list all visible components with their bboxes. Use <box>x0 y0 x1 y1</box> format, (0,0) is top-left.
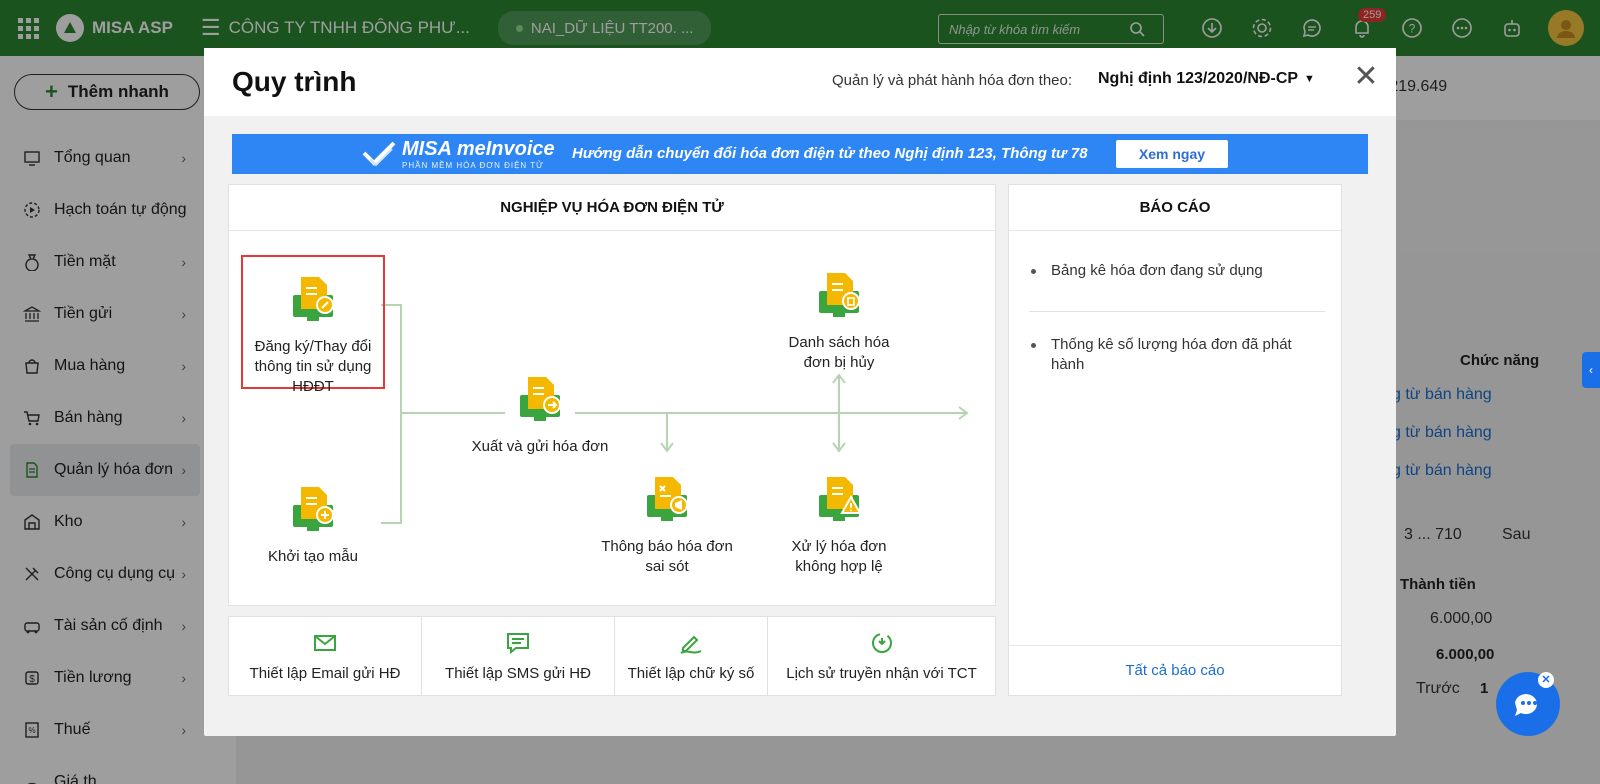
step-label-line: Khởi tạo mẫu <box>268 548 358 565</box>
invoice-warning-icon <box>819 477 862 521</box>
step-register-info[interactable]: Đăng ký/Thay đổi thông tin sử dụng HĐĐT <box>243 273 383 397</box>
step-error-notice[interactable]: Thông báo hóa đơn sai sót <box>597 473 737 577</box>
meinvoice-banner[interactable]: MISA meInvoice PHẦN MỀM HÓA ĐƠN ĐIỆN TỬ … <box>232 134 1368 174</box>
digital-signature-label: Thiết lập chữ ký số <box>627 665 755 682</box>
banner-text: Hướng dẫn chuyển đổi hóa đơn điện tử the… <box>572 145 1088 162</box>
history-icon <box>871 633 892 653</box>
tct-history-button[interactable]: Lịch sử truyền nhận với TCT <box>767 616 996 696</box>
process-modal: Quy trình Quản lý và phát hành hóa đơn t… <box>204 48 1396 736</box>
sms-icon <box>507 633 529 655</box>
digital-signature-button[interactable]: Thiết lập chữ ký số <box>614 616 768 696</box>
meinvoice-logo: MISA meInvoice PHẦN MỀM HÓA ĐƠN ĐIỆN TỬ <box>362 138 555 170</box>
invoice-cancel-icon <box>819 273 860 317</box>
step-label-line: thông tin sử dụng <box>254 358 372 375</box>
chevron-left-icon: ‹ <box>1589 363 1593 377</box>
step-create-template[interactable]: Khởi tạo mẫu <box>243 483 383 567</box>
caret-down-icon: ▼ <box>1304 73 1315 85</box>
report-panel: BÁO CÁO Bảng kê hóa đơn đang sử dụng Thố… <box>1008 184 1342 696</box>
banner-brand: MISA meInvoice <box>402 138 555 160</box>
invoice-announce-icon <box>647 477 688 521</box>
report-link-issued-count[interactable]: Thống kê số lượng hóa đơn đã phát hành <box>1029 335 1319 375</box>
step-label-line: Xử lý hóa đơn <box>791 538 887 555</box>
modal-title: Quy trình <box>232 66 357 97</box>
decree-label: Quản lý và phát hành hóa đơn theo: <box>832 72 1073 89</box>
side-panel-toggle[interactable]: ‹ <box>1582 352 1600 388</box>
step-label-line: HĐĐT <box>292 378 334 395</box>
email-settings-button[interactable]: Thiết lập Email gửi HĐ <box>228 616 422 696</box>
step-cancelled-list[interactable]: Danh sách hóa đơn bị hủy <box>769 269 909 373</box>
step-label-line: sai sót <box>645 558 689 575</box>
step-invalid-invoice[interactable]: Xử lý hóa đơn không hợp lệ <box>769 473 909 577</box>
banner-tagline: PHẦN MỀM HÓA ĐƠN ĐIỆN TỬ <box>402 161 544 170</box>
invoice-add-icon <box>293 487 334 531</box>
close-chat-icon[interactable]: ✕ <box>1538 672 1554 688</box>
all-reports-link[interactable]: Tất cả báo cáo <box>1009 645 1341 695</box>
step-label-line: đơn bị hủy <box>803 354 875 371</box>
sms-settings-label: Thiết lập SMS gửi HĐ <box>445 665 591 682</box>
chat-bubble-icon <box>1515 694 1537 716</box>
email-settings-label: Thiết lập Email gửi HĐ <box>249 665 401 682</box>
meinvoice-logo-icon <box>362 141 396 167</box>
step-label-line: không hợp lệ <box>795 558 883 575</box>
tct-history-label: Lịch sử truyền nhận với TCT <box>786 665 977 682</box>
decree-value: Nghị định 123/2020/NĐ-CP <box>1098 70 1299 87</box>
modal-header: Quy trình Quản lý và phát hành hóa đơn t… <box>204 48 1396 116</box>
decree-select[interactable]: Nghị định 123/2020/NĐ-CP ▼ <box>1098 70 1315 88</box>
close-icon[interactable]: ✕ <box>1352 62 1380 92</box>
email-icon <box>314 635 336 651</box>
view-now-button[interactable]: Xem ngay <box>1116 140 1228 168</box>
report-divider <box>1029 311 1325 312</box>
step-label-line: Xuất và gửi hóa đơn <box>471 438 609 455</box>
sms-settings-button[interactable]: Thiết lập SMS gửi HĐ <box>421 616 615 696</box>
invoice-send-icon <box>520 377 561 421</box>
report-link-invoice-list[interactable]: Bảng kê hóa đơn đang sử dụng <box>1029 261 1319 281</box>
step-label-line: Danh sách hóa <box>788 334 890 351</box>
report-panel-title: BÁO CÁO <box>1009 185 1341 231</box>
step-label-line: Đăng ký/Thay đổi <box>254 338 372 355</box>
signature-icon <box>680 635 702 654</box>
step-label-line: Thông báo hóa đơn <box>601 538 733 555</box>
process-panel: NGHIỆP VỤ HÓA ĐƠN ĐIỆN TỬ Đăng ký/Thay đ… <box>228 184 996 606</box>
invoice-edit-icon <box>293 277 334 321</box>
step-issue-invoice[interactable]: Xuất và gửi hóa đơn <box>465 373 615 457</box>
